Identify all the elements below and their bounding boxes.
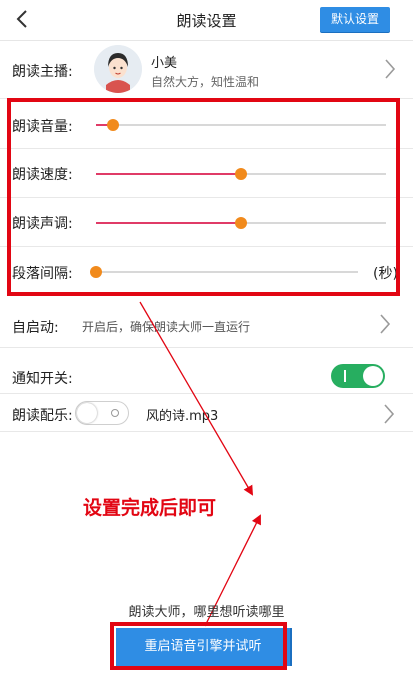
restart-highlight-box (110, 622, 287, 670)
header-bar: 朗读设置 默认设置 (0, 0, 413, 41)
chevron-right-icon (380, 314, 391, 334)
auto-start-label: 自启动: (12, 320, 59, 336)
slogan-text: 朗读大师，哪里想听读哪里 (128, 605, 285, 620)
anchor-description: 自然大方，知性温和 (151, 75, 260, 89)
toggle-on-mark-icon (344, 370, 346, 382)
divider (0, 431, 413, 432)
notification-label: 通知开关: (12, 371, 73, 387)
divider (0, 393, 413, 394)
music-toggle[interactable] (75, 401, 129, 425)
avatar-portrait-icon (94, 45, 142, 93)
anchor-label: 朗读主播: (12, 64, 73, 80)
chevron-right-icon (385, 59, 396, 79)
anchor-name: 小美 (151, 56, 178, 71)
toggle-knob (77, 403, 97, 423)
chevron-right-icon[interactable] (382, 403, 396, 425)
annotation-text: 设置完成后即可 (83, 497, 217, 519)
music-file-name[interactable]: 风的诗.mp3 (146, 405, 218, 424)
toggle-off-ring-icon (111, 409, 119, 417)
anchor-avatar (94, 45, 142, 93)
divider (0, 347, 413, 348)
sliders-highlight-box (7, 98, 400, 296)
toggle-knob (363, 366, 383, 386)
auto-start-description: 开启后，确保朗读大师一直运行 (82, 320, 251, 334)
music-label: 朗读配乐: (12, 408, 73, 424)
notification-toggle[interactable] (331, 364, 385, 388)
default-settings-button[interactable]: 默认设置 (320, 7, 390, 32)
